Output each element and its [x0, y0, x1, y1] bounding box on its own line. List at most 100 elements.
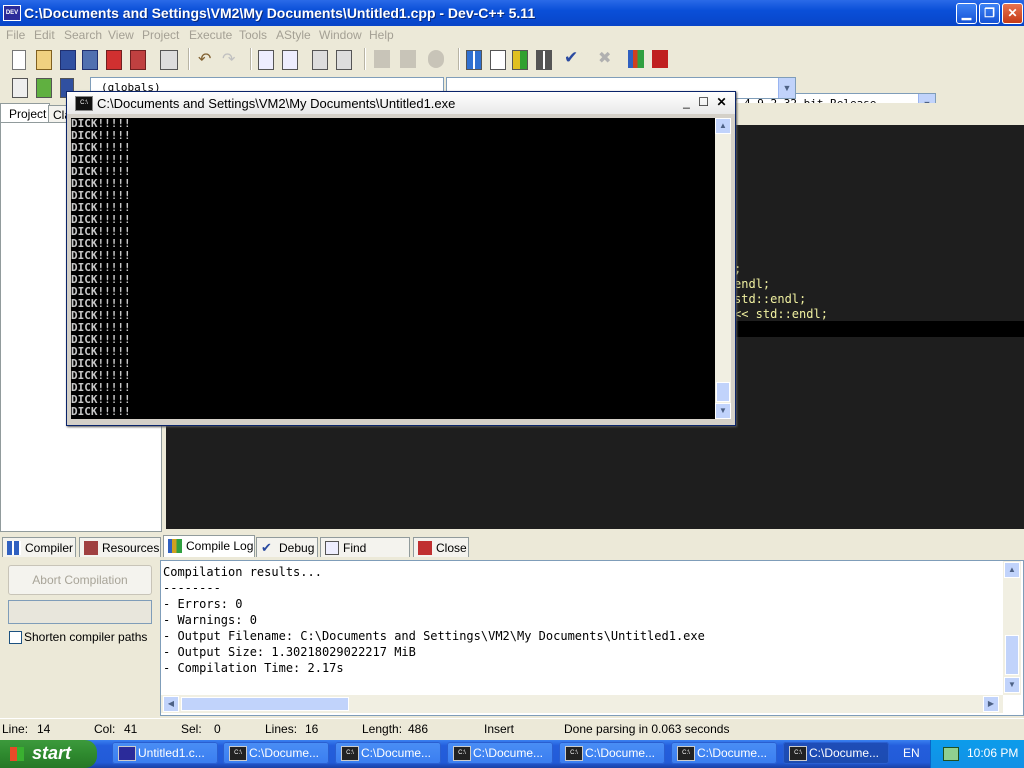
taskbar-item-console[interactable]: C:\ C:\Docume... [671, 742, 777, 764]
compile-icon[interactable] [466, 50, 482, 70]
tab-compile-log[interactable]: Compile Log [163, 535, 255, 558]
devcpp-app-icon[interactable]: DEV [3, 5, 21, 21]
start-button[interactable]: start [0, 740, 97, 768]
delete-profile-icon[interactable] [652, 50, 668, 68]
goto-line-icon[interactable] [312, 50, 328, 70]
restore-button[interactable]: ❐ [979, 3, 1000, 24]
chevron-down-icon[interactable]: ▼ [778, 78, 795, 98]
menu-execute[interactable]: Execute [189, 28, 232, 42]
console-output[interactable]: DICK!!!!! DICK!!!!! DICK!!!!! DICK!!!!! DICK… [71, 118, 715, 419]
menu-search[interactable]: Search [64, 28, 102, 42]
taskbar-item-devcpp[interactable]: Untitled1.c... [112, 742, 218, 764]
taskbar-item-console[interactable]: C:\ C:\Docume... [447, 742, 553, 764]
find-results-icon [325, 541, 339, 555]
compiler-icon [7, 541, 21, 555]
console-title-bar[interactable]: C:\ C:\Documents and Settings\VM2\My Doc… [67, 92, 735, 114]
scroll-thumb[interactable] [716, 382, 730, 402]
title-bar[interactable]: DEV C:\Documents and Settings\VM2\My Doc… [0, 0, 1024, 26]
menu-window[interactable]: Window [319, 28, 362, 42]
tab-project[interactable]: Project [0, 103, 50, 124]
network-icon[interactable] [943, 747, 959, 761]
bookmark-next-icon[interactable] [400, 50, 416, 68]
tab-close[interactable]: Close [413, 537, 469, 558]
save-icon[interactable] [60, 50, 76, 70]
stop-execution-icon[interactable]: ✖ [598, 48, 611, 68]
indent-icon[interactable] [336, 50, 352, 70]
log-horizontal-scrollbar[interactable]: ◀ ▶ [161, 695, 1003, 713]
close-file-icon[interactable] [106, 50, 122, 70]
console-icon: C:\ [789, 746, 807, 761]
menu-view[interactable]: View [108, 28, 134, 42]
console-close-button[interactable]: ✕ [714, 95, 729, 110]
scroll-down-icon[interactable]: ▼ [1004, 677, 1020, 693]
code-line: << std::endl; [734, 307, 828, 321]
toggle-bookmark-icon[interactable] [36, 78, 52, 98]
toolbar-separator [250, 48, 252, 70]
taskbar-item-console[interactable]: C:\ C:\Docume... [223, 742, 329, 764]
bookmark-toggle-icon[interactable] [428, 50, 444, 68]
compile-run-icon[interactable] [512, 50, 528, 70]
tab-debug[interactable]: ✔ Debug [256, 537, 318, 558]
insert-icon[interactable] [12, 78, 28, 98]
taskbar-item-console[interactable]: C:\ C:\Docume... [559, 742, 665, 764]
minimize-button[interactable]: ▁ [956, 3, 977, 24]
console-line: DICK!!!!! [71, 285, 131, 298]
console-scrollbar[interactable]: ▲ ▼ [715, 118, 731, 419]
redo-icon[interactable]: ↷ [222, 49, 235, 69]
close-button[interactable]: ✕ [1002, 3, 1023, 24]
console-window[interactable]: C:\ C:\Documents and Settings\VM2\My Doc… [66, 91, 736, 426]
scroll-thumb[interactable] [181, 697, 349, 711]
console-maximize-button[interactable]: ☐ [696, 95, 711, 110]
console-line: DICK!!!!! [71, 273, 131, 286]
abort-compilation-button[interactable]: Abort Compilation [8, 565, 152, 595]
find-icon[interactable] [258, 50, 274, 70]
scroll-up-icon[interactable]: ▲ [1004, 562, 1020, 578]
clock[interactable]: 10:06 PM [967, 746, 1018, 760]
console-icon: C:\ [677, 746, 695, 761]
log-vertical-scrollbar[interactable]: ▲ ▼ [1003, 561, 1021, 695]
bookmark-prev-icon[interactable] [374, 50, 390, 68]
taskbar-item-console-active[interactable]: C:\ C:\Docume... [783, 742, 889, 764]
scroll-left-icon[interactable]: ◀ [163, 696, 179, 712]
compile-log-output[interactable]: Compilation results... -------- - Errors… [160, 560, 1024, 716]
taskbar-item-label: C:\Docume... [361, 746, 432, 760]
replace-icon[interactable] [282, 50, 298, 70]
menu-project[interactable]: Project [142, 28, 179, 42]
status-line-label: Line: [2, 722, 29, 736]
shorten-paths-checkbox[interactable] [9, 631, 22, 644]
new-file-icon[interactable] [12, 50, 26, 70]
taskbar-item-label: C:\Docume... [249, 746, 320, 760]
run-icon[interactable] [490, 50, 506, 70]
close-all-icon[interactable] [130, 50, 146, 70]
scroll-up-icon[interactable]: ▲ [715, 118, 731, 134]
console-minimize-button[interactable]: _ [679, 95, 694, 110]
profile-icon[interactable] [628, 50, 644, 68]
status-sel-label: Sel: [181, 722, 202, 736]
console-app-icon[interactable]: C:\ [75, 96, 93, 111]
save-all-icon[interactable] [82, 50, 98, 70]
menu-tools[interactable]: Tools [239, 28, 267, 42]
open-file-icon[interactable] [36, 50, 52, 70]
rebuild-all-icon[interactable] [536, 50, 552, 70]
print-icon[interactable] [160, 50, 178, 70]
tab-resources[interactable]: Resources [79, 537, 161, 558]
console-line: DICK!!!!! [71, 369, 131, 382]
menu-edit[interactable]: Edit [34, 28, 55, 42]
language-indicator[interactable]: EN [903, 746, 920, 760]
menu-help[interactable]: Help [369, 28, 394, 42]
log-line: - Warnings: 0 [163, 613, 257, 627]
syntax-check-icon[interactable]: ✔ [564, 48, 578, 68]
scroll-right-icon[interactable]: ▶ [983, 696, 999, 712]
menu-file[interactable]: File [6, 28, 25, 42]
scroll-down-icon[interactable]: ▼ [715, 403, 731, 419]
taskbar-item-console[interactable]: C:\ C:\Docume... [335, 742, 441, 764]
console-line: DICK!!!!! [71, 165, 131, 178]
menu-astyle[interactable]: AStyle [276, 28, 311, 42]
scroll-thumb[interactable] [1005, 635, 1019, 675]
undo-icon[interactable]: ↶ [198, 49, 211, 69]
tab-compiler[interactable]: Compiler [2, 537, 76, 558]
tab-compile-log-label: Compile Log [186, 539, 254, 553]
tab-debug-label: Debug [279, 541, 315, 555]
tab-find-results[interactable]: Find Results [320, 537, 410, 575]
console-line: DICK!!!!! [71, 129, 131, 142]
